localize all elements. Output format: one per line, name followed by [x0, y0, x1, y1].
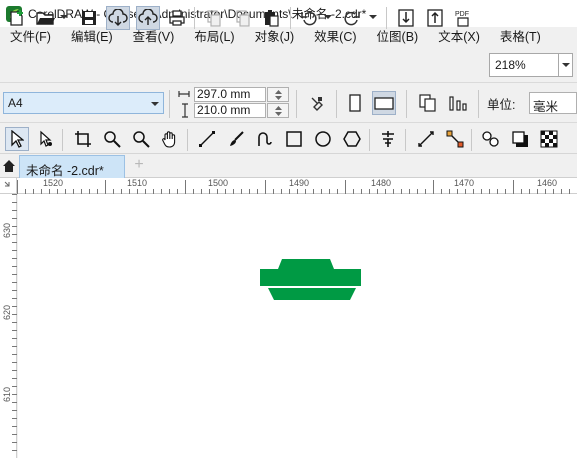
- property-separator: [296, 90, 297, 118]
- toolbox-separator: [369, 129, 370, 151]
- property-separator: [406, 90, 407, 118]
- ruler-label: 1500: [208, 178, 229, 188]
- height-spinner[interactable]: [267, 103, 289, 118]
- vertical-ruler[interactable]: 630 620 610: [0, 194, 17, 458]
- paste-icon[interactable]: [259, 6, 283, 30]
- menu-text[interactable]: 文本(X): [428, 27, 490, 47]
- property-separator: [169, 90, 170, 118]
- ruler-label: 1520: [43, 178, 64, 188]
- menu-layout[interactable]: 布局(L): [184, 27, 244, 47]
- tab-document-label: 未命名 -2.cdr*: [26, 164, 104, 178]
- undo-dropdown-arrow-icon[interactable]: [324, 14, 332, 20]
- menu-bar: 文件(F) 编辑(E) 查看(V) 布局(L) 对象(J) 效果(C) 位图(B…: [0, 27, 577, 47]
- toolbar-separator: [194, 7, 195, 29]
- menu-object[interactable]: 对象(J): [245, 27, 305, 47]
- menu-effects[interactable]: 效果(C): [304, 27, 366, 47]
- page-size-value: A4: [8, 96, 23, 110]
- toolbar-separator: [386, 7, 387, 29]
- ruler-label: 1480: [371, 178, 392, 188]
- polygon-tool-icon[interactable]: [340, 127, 364, 151]
- zoom-level-field[interactable]: 218%: [489, 53, 559, 77]
- ruler-label: 1490: [289, 178, 310, 188]
- menu-table[interactable]: 表格(T): [490, 27, 551, 47]
- toolbox-separator: [471, 129, 472, 151]
- import-icon[interactable]: [394, 6, 418, 30]
- freehand-tool-icon[interactable]: [195, 127, 219, 151]
- ruler-label: 1460: [537, 178, 558, 188]
- units-value: 毫米: [533, 100, 559, 114]
- green-stamp-shape[interactable]: [260, 259, 365, 301]
- ruler-label: 630: [2, 222, 12, 238]
- property-separator: [478, 90, 479, 118]
- width-spinner[interactable]: [267, 87, 289, 102]
- new-document-icon[interactable]: [5, 6, 29, 30]
- chevron-down-icon: [151, 102, 159, 106]
- shape-tool-icon[interactable]: [34, 127, 58, 151]
- width-dimension-icon: [178, 91, 190, 97]
- ruler-label: 610: [2, 386, 12, 402]
- horizontal-ruler[interactable]: 1520 1510 1500 1490 1480 1470 1460: [17, 178, 577, 194]
- save-icon[interactable]: [77, 6, 101, 30]
- toolbox-separator: [187, 129, 188, 151]
- toolbox-separator: [405, 129, 406, 151]
- home-icon[interactable]: [0, 154, 18, 178]
- page-size-select[interactable]: A4: [3, 92, 164, 114]
- zoom-out-tool-icon[interactable]: [129, 127, 153, 151]
- toolbox-separator: [62, 129, 63, 151]
- page-width-field[interactable]: 297.0 mm: [194, 87, 266, 102]
- smart-drawing-tool-icon[interactable]: [253, 127, 277, 151]
- ruler-label: 1510: [127, 178, 148, 188]
- print-icon[interactable]: [165, 6, 189, 30]
- publish-pdf-icon[interactable]: PDF: [452, 6, 476, 30]
- text-tool-icon[interactable]: [376, 127, 400, 151]
- cloud-download-icon[interactable]: [106, 6, 130, 30]
- menu-view[interactable]: 查看(V): [123, 27, 185, 47]
- rectangle-tool-icon[interactable]: [282, 127, 306, 151]
- ruler-label: 1470: [454, 178, 475, 188]
- page-height-field[interactable]: 210.0 mm: [194, 103, 266, 118]
- property-separator: [336, 90, 337, 118]
- cut-disabled-icon[interactable]: [202, 6, 226, 30]
- current-page-size-icon[interactable]: [446, 91, 470, 115]
- cloud-upload-icon[interactable]: [136, 6, 160, 30]
- menu-bitmaps[interactable]: 位图(B): [367, 27, 429, 47]
- all-pages-icon[interactable]: [305, 91, 329, 115]
- zoom-dropdown-arrow-icon[interactable]: [559, 53, 573, 77]
- pick-tool-icon[interactable]: [5, 127, 29, 151]
- transparency-tool-icon[interactable]: [537, 127, 561, 151]
- ellipse-tool-icon[interactable]: [311, 127, 335, 151]
- units-label: 单位:: [487, 98, 516, 112]
- tab-document[interactable]: 未命名 -2.cdr*: [19, 155, 125, 178]
- open-dropdown-arrow-icon[interactable]: [60, 14, 68, 20]
- toolbar-separator: [290, 7, 291, 29]
- crop-tool-icon[interactable]: [71, 127, 95, 151]
- redo-icon[interactable]: [340, 6, 364, 30]
- menu-edit[interactable]: 编辑(E): [61, 27, 123, 47]
- portrait-icon[interactable]: [343, 91, 367, 115]
- pan-tool-icon[interactable]: [158, 127, 182, 151]
- svg-text:PDF: PDF: [455, 11, 469, 18]
- landscape-icon[interactable]: [372, 91, 396, 115]
- drawing-canvas[interactable]: [18, 194, 577, 458]
- connector-tool-icon[interactable]: [443, 127, 467, 151]
- blend-tool-icon[interactable]: [479, 127, 503, 151]
- copy-disabled-icon[interactable]: [231, 6, 255, 30]
- zoom-level-value: 218%: [495, 58, 526, 72]
- export-icon[interactable]: [423, 6, 447, 30]
- ruler-label: 620: [2, 304, 12, 320]
- all-pages-size-icon[interactable]: [416, 91, 440, 115]
- undo-icon[interactable]: [297, 6, 321, 30]
- redo-dropdown-arrow-icon[interactable]: [369, 14, 377, 20]
- zoom-tool-icon[interactable]: [100, 127, 124, 151]
- drop-shadow-tool-icon[interactable]: [508, 127, 532, 151]
- dimension-tool-icon[interactable]: [414, 127, 438, 151]
- menu-file[interactable]: 文件(F): [0, 27, 61, 47]
- add-tab-icon[interactable]: +: [131, 157, 147, 175]
- artistic-media-tool-icon[interactable]: [224, 127, 248, 151]
- open-folder-icon[interactable]: [34, 6, 58, 30]
- units-select[interactable]: 毫米: [529, 92, 577, 114]
- height-dimension-icon: [182, 103, 188, 118]
- ruler-origin[interactable]: [0, 178, 17, 194]
